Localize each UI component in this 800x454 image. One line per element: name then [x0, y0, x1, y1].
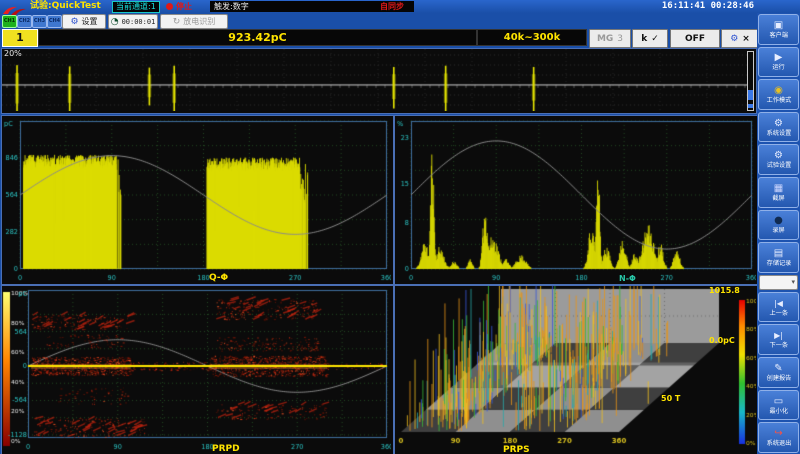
sync-status: 自同步	[370, 1, 414, 12]
measurement-bar: 1 923.42pC 40k~300k MG 3 k ✓ OFF ⚙ ×	[0, 29, 757, 47]
sidebar-item-next[interactable]: ▶| 下一条	[758, 324, 799, 355]
channel-button-ch4[interactable]: CH4	[47, 15, 62, 28]
q-phi-label: Q-Φ	[209, 273, 228, 283]
pd-magnitude-readout: 923.42pC	[38, 29, 477, 46]
gear-icon: ⚙	[70, 17, 78, 27]
channel-toolbar: CH1 CH2 CH3 CH4 ⚙ 设置 ◔ 00:00:01 ↻ 放电识别	[0, 13, 757, 29]
channel-number-badge: 1	[2, 29, 38, 47]
settings-button[interactable]: ⚙ 设置	[62, 14, 106, 29]
prps-panel: PRPS 1015.8 0.0pC 50 T	[394, 285, 759, 454]
clock-time: 16:11:41 00:28:46	[662, 0, 754, 13]
sidebar-item-test-settings[interactable]: ⚙ 试验设置	[758, 144, 799, 175]
k-unit-button[interactable]: k ✓	[632, 29, 668, 48]
n-phi-label: N-Φ	[619, 274, 636, 283]
n-phi-chart	[395, 116, 756, 282]
discharge-id-button[interactable]: ↻ 放电识别	[160, 14, 228, 29]
previous-icon: |◀	[774, 298, 783, 309]
title-bar: 试验:QuickTest 当前通道:1 停止 触发:数字 自同步 16:11:4…	[0, 0, 800, 13]
prpd-chart	[2, 286, 391, 453]
sidebar-item-system-settings[interactable]: ⚙ 系统设置	[758, 112, 799, 143]
check-icon: ✓	[651, 34, 659, 44]
sidebar-item-previous[interactable]: |◀ 上一条	[758, 292, 799, 323]
run-icon: ▶	[775, 52, 783, 63]
sidebar-item-minimize[interactable]: ▭ 最小化	[758, 390, 799, 421]
main-window: 试验:QuickTest 当前通道:1 停止 触发:数字 自同步 16:11:4…	[0, 0, 800, 454]
sidebar-item-storage-records[interactable]: ▤ 存储记录	[758, 242, 799, 273]
q-phi-panel: Q-Φ	[1, 115, 394, 285]
sidebar-item-screen-record[interactable]: ● 录屏	[758, 210, 799, 241]
work-mode-icon: ◉	[774, 85, 783, 96]
chevron-down-icon: ▾	[791, 278, 795, 286]
exit-icon: ↪	[774, 428, 782, 439]
threshold-label: 20%	[4, 49, 22, 58]
next-icon: ▶|	[774, 330, 783, 341]
pulse-strip-panel: 20%	[1, 48, 757, 114]
pulse-strip-chart	[2, 49, 754, 111]
record-selector[interactable]: ▾	[759, 275, 798, 290]
voltage-range-readout: 40k~300k	[477, 29, 587, 46]
sidebar-item-run[interactable]: ▶ 运行	[758, 47, 799, 78]
sidebar-item-create-report[interactable]: ✎ 创建报告	[758, 357, 799, 388]
q-phi-chart	[2, 116, 391, 282]
trigger-status: 触发:数字	[210, 1, 370, 12]
off-button[interactable]: OFF	[670, 29, 720, 48]
report-icon: ✎	[774, 363, 782, 374]
system-settings-gear-icon: ⚙	[774, 118, 783, 129]
record-icon: ●	[774, 215, 783, 226]
channel-button-ch1[interactable]: CH1	[2, 15, 17, 28]
prps-depth-value: 50 T	[661, 394, 680, 403]
n-phi-panel: N-Φ	[394, 115, 759, 285]
panel-settings-close-button[interactable]: ⚙ ×	[721, 29, 759, 48]
gear-icon: ⚙	[730, 34, 738, 44]
sidebar-item-client[interactable]: ▣ 客户端	[758, 14, 799, 45]
mg-button[interactable]: MG 3	[589, 29, 631, 48]
sidebar-item-work-mode[interactable]: ◉ 工作模式	[758, 79, 799, 110]
prps-label: PRPS	[503, 445, 530, 454]
test-name-label: 试验:QuickTest	[30, 0, 101, 13]
prps-max-value: 1015.8	[709, 286, 740, 295]
strip-scrollbar[interactable]	[747, 51, 754, 111]
minimize-icon: ▭	[774, 396, 783, 407]
stop-label: 停止	[176, 0, 192, 13]
timer-display[interactable]: ◔ 00:00:01	[108, 14, 158, 29]
sidebar: ▣ 客户端 ▶ 运行 ◉ 工作模式 ⚙ 系统设置 ⚙ 试验设置 ▦ 截屏 ● 录…	[757, 13, 800, 454]
sidebar-item-screenshot[interactable]: ▦ 截屏	[758, 177, 799, 208]
test-settings-gear-icon: ⚙	[774, 150, 783, 161]
prps-zero-value: 0.0pC	[709, 336, 735, 345]
client-icon: ▣	[774, 20, 783, 31]
refresh-icon: ↻	[173, 17, 181, 27]
prpd-panel: PRPD	[1, 285, 394, 454]
storage-icon: ▤	[774, 248, 783, 259]
channel-button-ch2[interactable]: CH2	[17, 15, 32, 28]
prps-chart	[395, 286, 756, 453]
prpd-label: PRPD	[212, 444, 240, 454]
channel-button-ch3[interactable]: CH3	[32, 15, 47, 28]
clock-icon: ◔	[111, 17, 119, 27]
screenshot-icon: ▦	[774, 183, 783, 194]
stop-indicator-icon	[166, 3, 173, 10]
close-icon: ×	[742, 34, 750, 44]
sidebar-item-exit[interactable]: ↪ 系统退出	[758, 422, 799, 453]
current-channel-badge: 当前通道:1	[112, 1, 160, 13]
